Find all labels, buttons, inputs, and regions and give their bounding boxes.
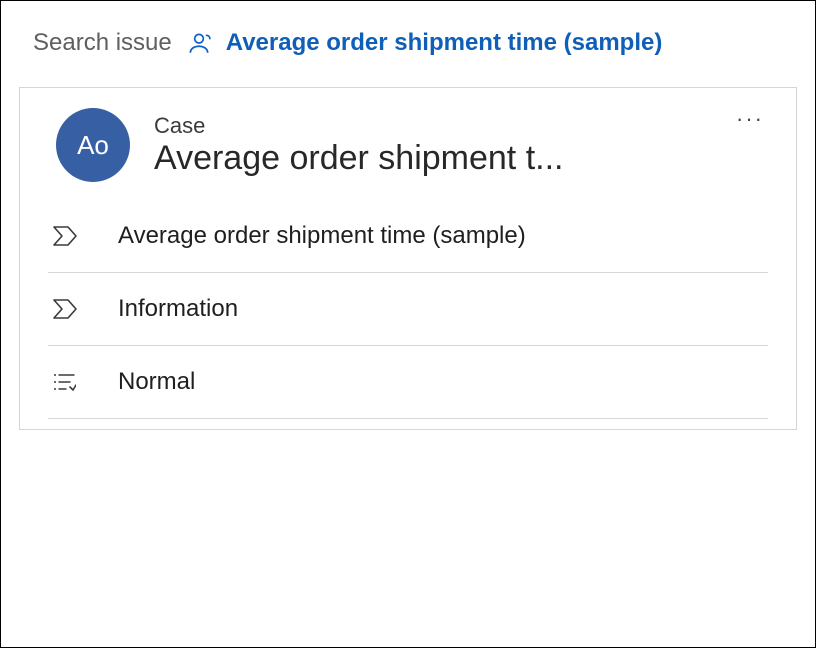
avatar: Ao xyxy=(56,108,130,182)
breadcrumb-current[interactable]: Average order shipment time (sample) xyxy=(226,29,663,57)
chevron-icon xyxy=(52,225,82,247)
row-information-text: Information xyxy=(118,295,238,323)
priority-icon xyxy=(52,371,82,393)
row-subject[interactable]: Average order shipment time (sample) xyxy=(48,200,768,273)
chevron-icon xyxy=(52,298,82,320)
card-header: Ao Case Average order shipment t... ··· xyxy=(48,98,768,200)
header-text: Case Average order shipment t... xyxy=(154,113,563,178)
row-priority-text: Normal xyxy=(118,368,195,396)
card-title: Average order shipment t... xyxy=(154,139,563,178)
more-button[interactable]: ··· xyxy=(736,108,764,130)
card-type-label: Case xyxy=(154,113,563,139)
breadcrumb: Search issue Average order shipment time… xyxy=(19,29,797,57)
row-information[interactable]: Information xyxy=(48,273,768,346)
row-subject-text: Average order shipment time (sample) xyxy=(118,222,526,250)
case-card: Ao Case Average order shipment t... ··· … xyxy=(19,87,797,430)
breadcrumb-back[interactable]: Search issue xyxy=(33,29,172,57)
person-icon xyxy=(186,30,212,56)
row-priority[interactable]: Normal xyxy=(48,346,768,419)
